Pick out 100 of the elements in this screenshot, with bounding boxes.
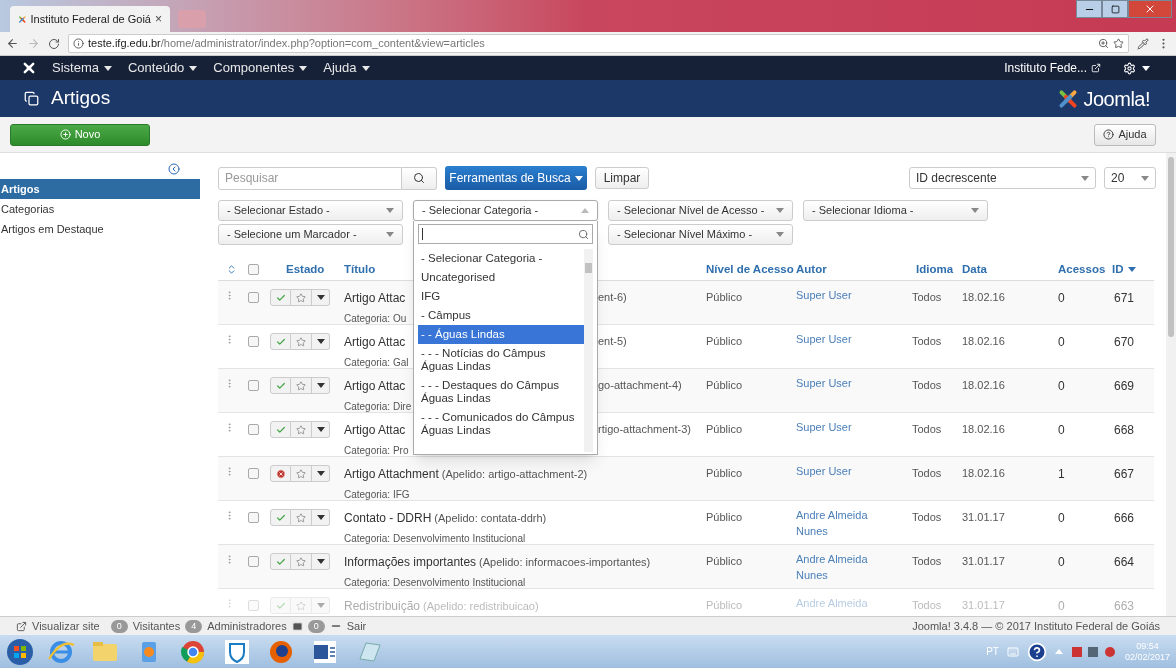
bookmark-star-icon[interactable]: [1113, 38, 1124, 49]
forward-icon[interactable]: [27, 37, 40, 50]
actions-toggle[interactable]: [312, 553, 330, 570]
dropdown-option[interactable]: - Câmpus: [418, 306, 584, 325]
back-icon[interactable]: [6, 37, 19, 50]
page-scrollbar[interactable]: [1166, 153, 1176, 616]
logout-link[interactable]: Sair: [346, 617, 367, 635]
author-link[interactable]: Super User: [792, 419, 912, 435]
actions-toggle[interactable]: [312, 289, 330, 306]
actions-toggle[interactable]: [312, 509, 330, 526]
ordering-icon[interactable]: [226, 264, 237, 275]
dropdown-option[interactable]: - - Águas Lindas: [418, 325, 584, 344]
row-checkbox[interactable]: [248, 512, 259, 523]
column-header[interactable]: ID: [1112, 260, 1136, 279]
row-checkbox[interactable]: [248, 556, 259, 567]
status-toggle[interactable]: [270, 509, 291, 526]
clear-button[interactable]: Limpar: [595, 167, 649, 189]
row-checkbox[interactable]: [248, 468, 259, 479]
column-header[interactable]: Acessos: [1058, 260, 1106, 279]
dropdown-option[interactable]: - - - Notícias do Câmpus Águas Lindas: [418, 344, 584, 376]
filter-select[interactable]: - Selecionar Categoria -: [413, 200, 598, 221]
author-link[interactable]: Andre Almeida Nunes: [792, 551, 912, 583]
collapse-sidebar-icon[interactable]: [168, 163, 180, 175]
address-field[interactable]: teste.ifg.edu.br/home/administrator/index.php?option=com_content&view=articles: [68, 34, 1129, 53]
dropdown-option[interactable]: - - - Destaques do Câmpus Águas Lindas: [418, 376, 584, 408]
tray-icons[interactable]: [1070, 644, 1117, 659]
status-toggle[interactable]: [270, 553, 291, 570]
status-toggle[interactable]: [270, 377, 291, 394]
featured-toggle[interactable]: [291, 377, 312, 394]
dropdown-option[interactable]: - - - Comunicados do Câmpus Águas Lindas: [418, 408, 584, 440]
row-checkbox[interactable]: [248, 424, 259, 435]
article-title-link[interactable]: Artigo Attac: [344, 289, 410, 307]
author-link[interactable]: Super User: [792, 463, 912, 479]
sidebar-item[interactable]: Categorias: [0, 199, 200, 219]
column-header[interactable]: Autor: [796, 260, 827, 279]
row-checkbox[interactable]: [248, 292, 259, 303]
status-toggle[interactable]: [270, 333, 291, 350]
column-header[interactable]: Data: [962, 260, 987, 279]
featured-toggle[interactable]: [291, 333, 312, 350]
browser-tab[interactable]: Instituto Federal de Goiá ×: [10, 6, 170, 32]
limit-select[interactable]: 20: [1104, 167, 1156, 189]
author-link[interactable]: Super User: [792, 375, 912, 391]
maximize-button[interactable]: [1102, 0, 1128, 18]
article-title-link[interactable]: Artigo Attac: [344, 333, 410, 351]
featured-toggle[interactable]: [291, 289, 312, 306]
article-title-link[interactable]: Contato - DDRH: [344, 509, 432, 527]
column-header[interactable]: Estado: [286, 260, 325, 279]
select-all-checkbox[interactable]: [248, 264, 259, 275]
menu-item[interactable]: Ajuda: [323, 58, 370, 78]
filter-select[interactable]: - Selecionar Idioma -: [803, 200, 988, 221]
sort-select[interactable]: ID decrescente: [909, 167, 1096, 189]
column-header[interactable]: Idioma: [916, 260, 954, 279]
zoom-icon[interactable]: [1098, 38, 1109, 49]
eyedropper-icon[interactable]: [1137, 37, 1149, 50]
help-button[interactable]: Ajuda: [1094, 123, 1156, 146]
actions-toggle[interactable]: [312, 421, 330, 438]
sidebar-item[interactable]: Artigos: [0, 179, 200, 199]
tab-close[interactable]: ×: [155, 10, 162, 28]
dropdown-option[interactable]: - Selecionar Categoria -: [418, 249, 584, 268]
reload-icon[interactable]: [48, 37, 60, 50]
keyboard-icon[interactable]: [1006, 645, 1019, 658]
dropdown-option[interactable]: IFG: [418, 287, 584, 306]
featured-toggle[interactable]: [291, 553, 312, 570]
author-link[interactable]: Andre Almeida Nunes: [792, 507, 912, 539]
actions-toggle[interactable]: [312, 465, 330, 482]
column-header[interactable]: Nível de Acesso: [706, 260, 794, 279]
actions-toggle[interactable]: [312, 333, 330, 350]
row-checkbox[interactable]: [248, 336, 259, 347]
help-icon[interactable]: [1026, 641, 1047, 662]
column-header[interactable]: Título: [344, 260, 376, 279]
featured-toggle[interactable]: [291, 421, 312, 438]
search-button[interactable]: [402, 166, 437, 190]
actions-toggle[interactable]: [312, 377, 330, 394]
view-site-link[interactable]: Visualizar site: [32, 617, 100, 635]
new-button[interactable]: Novo: [10, 123, 150, 146]
status-toggle[interactable]: [270, 465, 291, 482]
filter-select[interactable]: - Selecione um Marcador -: [218, 224, 403, 245]
sidebar-item[interactable]: Artigos em Destaque: [0, 219, 200, 239]
status-toggle[interactable]: [270, 289, 291, 306]
dropdown-search-field[interactable]: [418, 224, 593, 244]
status-toggle[interactable]: [270, 421, 291, 438]
article-title-link[interactable]: Artigo Attac: [344, 421, 410, 439]
search-tools-button[interactable]: Ferramentas de Busca: [445, 166, 587, 190]
settings-menu[interactable]: [1123, 61, 1150, 75]
row-checkbox[interactable]: [248, 380, 259, 391]
filter-select[interactable]: - Selecionar Nível de Acesso -: [608, 200, 793, 221]
menu-item[interactable]: Conteúdo: [127, 58, 198, 78]
scrollbar[interactable]: [584, 249, 593, 452]
author-link[interactable]: Super User: [792, 331, 912, 347]
author-link[interactable]: Super User: [792, 287, 912, 303]
filter-select[interactable]: - Selecionar Nível Máximo -: [608, 224, 793, 245]
article-title-link[interactable]: Informações importantes: [344, 553, 477, 571]
menu-item[interactable]: Componentes: [213, 58, 308, 78]
minimize-button[interactable]: [1076, 0, 1102, 18]
start-orb-icon[interactable]: [6, 637, 34, 666]
featured-toggle[interactable]: [291, 509, 312, 526]
dropdown-option[interactable]: Uncategorised: [418, 268, 584, 287]
article-title-link[interactable]: Artigo Attachment: [344, 465, 439, 483]
filter-select[interactable]: - Selecionar Estado -: [218, 200, 403, 221]
site-link[interactable]: Instituto Fede...: [1004, 59, 1087, 77]
